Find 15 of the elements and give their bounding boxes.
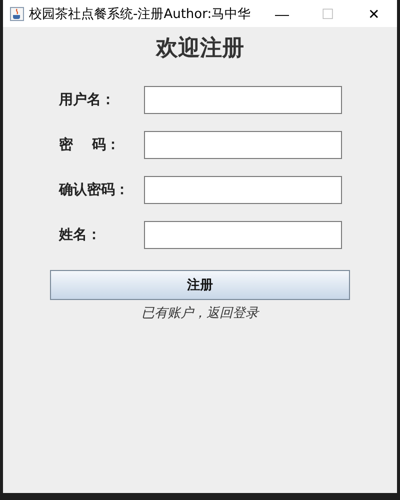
register-button[interactable]: 注册 xyxy=(50,270,350,300)
input-field[interactable] xyxy=(144,86,342,114)
minimize-button[interactable]: — xyxy=(259,6,305,22)
field-label: 用户名： xyxy=(59,91,116,109)
field-label: 确认密码： xyxy=(59,181,130,199)
page-heading: 欢迎注册 xyxy=(154,34,245,63)
field-label: 密 码： xyxy=(59,136,121,154)
input-field[interactable] xyxy=(144,131,342,159)
window-title: 校园茶社点餐系统-注册Author:马中华 xyxy=(29,6,252,22)
login-link[interactable]: 已有账户，返回登录 xyxy=(142,304,258,322)
input-field[interactable] xyxy=(144,176,342,204)
close-button[interactable]: ✕ xyxy=(351,6,397,22)
field-label: 姓名： xyxy=(59,226,102,244)
input-field[interactable] xyxy=(144,221,342,249)
coffee-cup-icon xyxy=(10,6,24,20)
